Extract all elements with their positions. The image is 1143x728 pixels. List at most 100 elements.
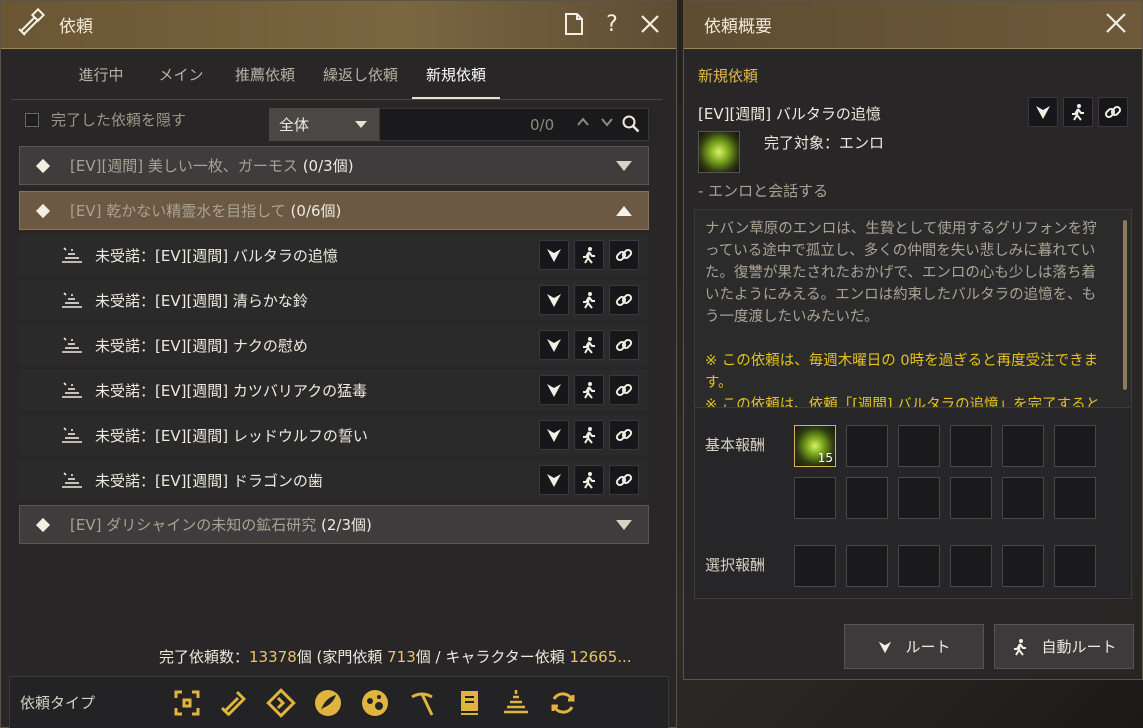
hide-completed-checkbox[interactable]: [25, 112, 39, 127]
quest-row-label: 未受諾：[EV][週間] 清らかな鈴: [95, 291, 308, 310]
quest-window: 依頼 ? 進行中 メイン 推薦依頼 繰返し依頼 新規依頼 完了した依頼を隠す 全…: [0, 0, 677, 728]
quest-window-titlebar[interactable]: 依頼 ?: [1, 1, 676, 49]
basic-reward-slot[interactable]: [1054, 425, 1096, 467]
reward-item-slot[interactable]: 15: [794, 425, 836, 467]
help-icon[interactable]: ?: [598, 10, 626, 38]
book-icon[interactable]: [452, 686, 485, 719]
tab-recommended[interactable]: 推薦依頼: [221, 53, 309, 99]
quest-group-open[interactable]: [EV] 乾かない精霊水を目指して (0/6個): [19, 191, 649, 230]
quest-group-count: (0/3個): [302, 157, 354, 175]
link-button-small[interactable]: [1098, 97, 1128, 127]
quest-group[interactable]: [EV][週間] 美しい一枚、ガーモス (0/3個): [19, 146, 649, 185]
search-icon[interactable]: [622, 115, 640, 137]
route-button[interactable]: [539, 465, 569, 495]
route-button-small[interactable]: [1028, 97, 1058, 127]
search-count: 0/0: [530, 116, 555, 134]
choice-reward-slot[interactable]: [846, 545, 888, 587]
hide-completed-label: 完了した依頼を隠す: [51, 111, 187, 129]
choice-reward-slot[interactable]: [898, 545, 940, 587]
basic-reward-slot[interactable]: [950, 425, 992, 467]
scroll-icon: [15, 7, 47, 43]
quest-sparkle-icon: [61, 381, 83, 399]
quest-target-portrait: [698, 131, 740, 173]
pickaxe-icon[interactable]: [405, 686, 438, 719]
auto-walk-button[interactable]: [574, 420, 604, 450]
route-button[interactable]: ルート: [844, 624, 984, 669]
quest-type-bar: 依頼タイプ: [9, 676, 669, 728]
quest-description-box[interactable]: ナバン草原のエンロは、生贄として使用するグリフォンを狩っている途中で孤立し、多く…: [694, 209, 1132, 409]
quest-row[interactable]: 未受諾：[EV][週間] ドラゴンの歯: [19, 460, 649, 500]
quest-detail-titlebar[interactable]: 依頼概要: [684, 1, 1142, 49]
scope-select[interactable]: 全体: [269, 108, 379, 141]
chevron-down-icon[interactable]: [600, 115, 614, 133]
auto-walk-button[interactable]: [574, 465, 604, 495]
summary-family: 713: [387, 648, 416, 666]
link-button[interactable]: [609, 375, 639, 405]
quest-row[interactable]: 未受諾：[EV][週間] レッドウルフの誓い: [19, 415, 649, 455]
tab-main[interactable]: メイン: [141, 53, 221, 99]
close-icon[interactable]: [636, 10, 664, 38]
tab-in-progress[interactable]: 進行中: [61, 53, 141, 99]
basic-reward-slot[interactable]: [950, 477, 992, 519]
quest-note-reset: ※ この依頼は、毎週木曜日の 0時を過ぎると再度受注できます。: [705, 353, 1099, 391]
route-button[interactable]: [539, 375, 569, 405]
link-button[interactable]: [609, 285, 639, 315]
route-button[interactable]: [539, 420, 569, 450]
quest-category: 新規依頼: [698, 67, 759, 85]
quest-row[interactable]: 未受諾：[EV][週間] 清らかな鈴: [19, 280, 649, 320]
quest-row[interactable]: 未受諾：[EV][週間] ナクの慰め: [19, 325, 649, 365]
chevron-up-icon: [616, 206, 632, 216]
route-button[interactable]: [539, 285, 569, 315]
diamond-arrow-icon[interactable]: [264, 686, 297, 719]
auto-walk-button[interactable]: [574, 330, 604, 360]
link-button[interactable]: [609, 330, 639, 360]
auto-route-button[interactable]: 自動ルート: [994, 624, 1134, 669]
quest-row[interactable]: 未受諾：[EV][週間] バルタラの追憶: [19, 235, 649, 275]
summary-family-label: 個 (家門依頼: [296, 648, 388, 666]
quest-detail-title: 依頼概要: [704, 17, 772, 37]
link-button[interactable]: [609, 465, 639, 495]
route-button[interactable]: [539, 240, 569, 270]
diamond-icon: [35, 517, 51, 532]
close-icon[interactable]: [1104, 11, 1128, 39]
diamond-icon: [35, 158, 51, 173]
basic-reward-slot[interactable]: [1002, 425, 1044, 467]
choice-reward-slot[interactable]: [950, 545, 992, 587]
planet-icon[interactable]: [358, 686, 391, 719]
choice-reward-slot[interactable]: [1002, 545, 1044, 587]
scroll-quill-icon[interactable]: [217, 686, 250, 719]
quest-row-label: 未受諾：[EV][週間] ドラゴンの歯: [95, 471, 323, 490]
basic-reward-slot[interactable]: [1002, 477, 1044, 519]
quest-detail-window: 依頼概要 新規依頼 [EV][週間] バルタラの追憶 完了対象：エンロ - エン…: [683, 0, 1143, 680]
link-button[interactable]: [609, 420, 639, 450]
feather-icon[interactable]: [311, 686, 344, 719]
basic-reward-slot[interactable]: [846, 425, 888, 467]
document-icon[interactable]: [560, 10, 588, 38]
crosshair-icon[interactable]: [170, 686, 203, 719]
tab-new[interactable]: 新規依頼: [412, 53, 501, 99]
basic-reward-slot[interactable]: [846, 477, 888, 519]
auto-walk-button-small[interactable]: [1063, 97, 1093, 127]
basic-reward-slot[interactable]: [794, 477, 836, 519]
basic-reward-slot[interactable]: [898, 425, 940, 467]
search-input[interactable]: 0/0: [379, 108, 649, 141]
basic-reward-slot[interactable]: [898, 477, 940, 519]
route-button[interactable]: [539, 330, 569, 360]
sparkle-icon[interactable]: [499, 686, 532, 719]
scope-select-value: 全体: [279, 116, 310, 134]
hide-completed-toggle[interactable]: 完了した依頼を隠す: [25, 109, 186, 130]
quest-row[interactable]: 未受諾：[EV][週間] カツバリアクの猛毒: [19, 370, 649, 410]
choice-reward-slot[interactable]: [794, 545, 836, 587]
quest-sparkle-icon: [61, 471, 83, 489]
choice-reward-slot[interactable]: [1054, 545, 1096, 587]
basic-reward-slot[interactable]: [1054, 477, 1096, 519]
auto-walk-button[interactable]: [574, 240, 604, 270]
auto-walk-button[interactable]: [574, 375, 604, 405]
description-scrollbar[interactable]: [1123, 220, 1127, 390]
chevron-up-icon[interactable]: [576, 115, 590, 133]
refresh-icon[interactable]: [546, 686, 579, 719]
link-button[interactable]: [609, 240, 639, 270]
auto-walk-button[interactable]: [574, 285, 604, 315]
tab-repeat[interactable]: 繰返し依頼: [309, 53, 412, 99]
quest-group[interactable]: [EV] ダリシャインの未知の鉱石研究 (2/3個): [19, 505, 649, 544]
